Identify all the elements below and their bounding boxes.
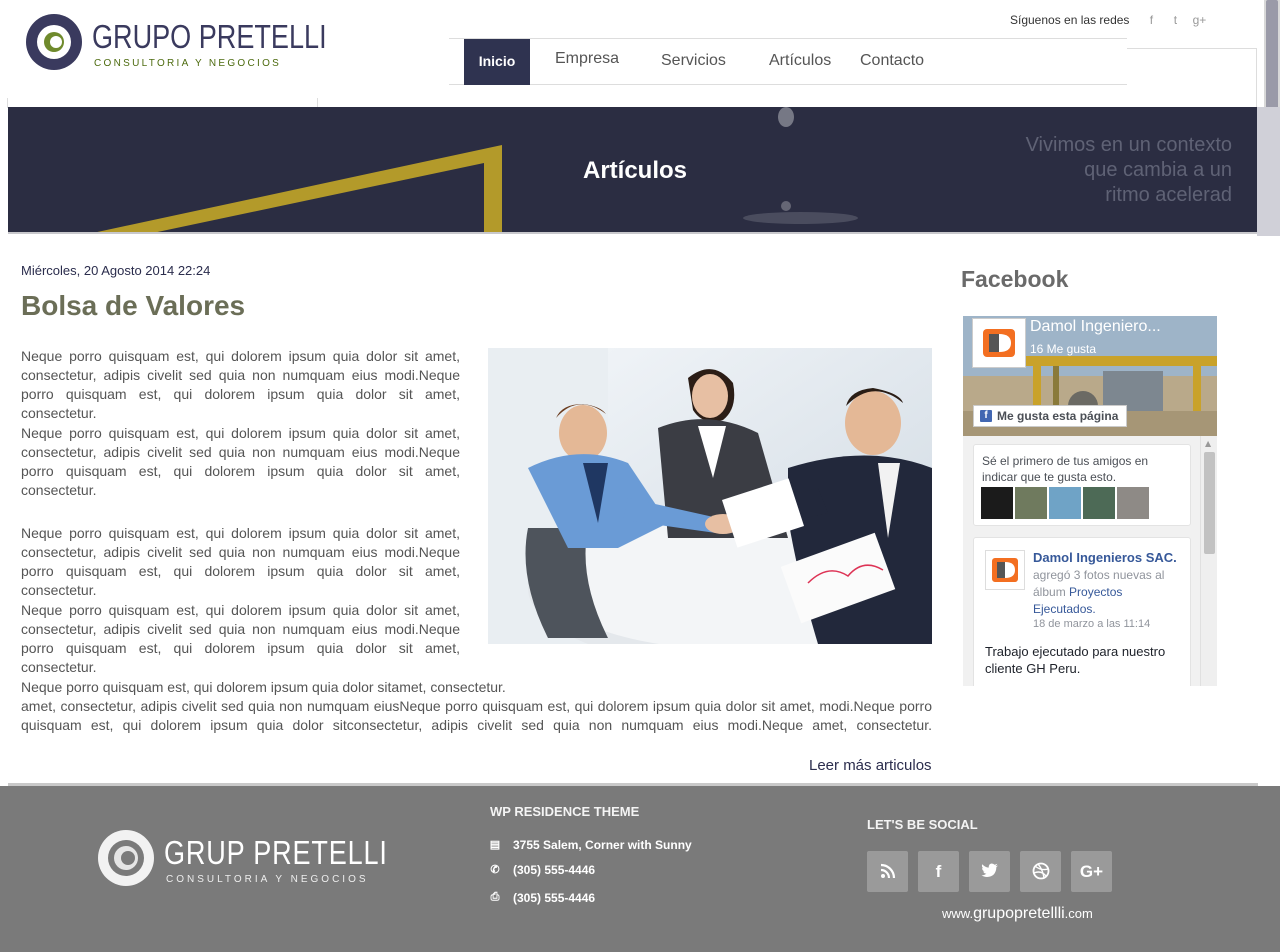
logo-name: GRUPO PRETELLI xyxy=(92,18,327,55)
facebook-icon[interactable]: f xyxy=(1139,12,1163,28)
building-icon: ▤ xyxy=(489,839,501,851)
facebook-icon[interactable]: f xyxy=(918,851,959,892)
twitter-icon[interactable]: t xyxy=(1163,12,1187,28)
twitter-icon[interactable] xyxy=(969,851,1010,892)
nav-item-servicios[interactable]: Servicios xyxy=(661,41,726,87)
nav-item-empresa[interactable]: Empresa xyxy=(555,39,619,85)
facebook-scrollbar-thumb[interactable] xyxy=(1204,452,1215,554)
footer-url-prefix: www. xyxy=(942,906,974,921)
banner-quote: Vivimos en un contexto que cambia a un r… xyxy=(1026,133,1232,208)
twitter-glyph xyxy=(980,863,998,877)
footer-contact-title: WP RESIDENCE THEME xyxy=(490,804,640,819)
post-paragraph: Neque porro quisquam est, qui dolorem ip… xyxy=(21,425,460,498)
facebook-like-label: Me gusta esta página xyxy=(997,409,1119,423)
damol-logo-icon xyxy=(992,558,1018,582)
divider xyxy=(1256,48,1257,108)
google-plus-icon[interactable]: g+ xyxy=(1187,12,1211,28)
banner-lamp xyxy=(781,201,791,211)
friend-avatar[interactable] xyxy=(1117,487,1149,519)
banner-quote-line: Vivimos en un contexto xyxy=(1025,134,1232,156)
footer-website[interactable]: www.grupopretellli.com xyxy=(942,905,1093,923)
footer-logo[interactable]: GRUP PRETELLI CONSULTORIA Y NEGOCIOS xyxy=(98,830,387,888)
friend-avatar[interactable] xyxy=(1083,487,1115,519)
nav-item-inicio[interactable]: Inicio xyxy=(464,39,530,85)
facebook-friends-card: Sé el primero de tus amigos en indicar q… xyxy=(973,444,1191,526)
facebook-likes-count: 16 Me gusta xyxy=(1030,342,1097,356)
footer-url-main: grupopretellli xyxy=(973,905,1065,922)
post-paragraph: Neque porro quisquam est, qui dolorem ip… xyxy=(21,525,460,598)
facebook-post-card: Damol Ingenieros SAC. agregó 3 fotos nue… xyxy=(973,537,1191,686)
main-nav: Inicio Empresa Servicios Artículos Conta… xyxy=(449,38,1127,85)
dribbble-icon[interactable] xyxy=(1020,851,1061,892)
footer-fax-text: (305) 555-4446 xyxy=(513,891,596,905)
facebook-widget: Damol Ingeniero... 16 Me gusta f Me gust… xyxy=(963,316,1217,686)
facebook-like-button[interactable]: f Me gusta esta página xyxy=(973,405,1127,427)
facebook-post-body: Trabajo ejecutado para nuestro cliente G… xyxy=(985,644,1166,676)
friend-avatar[interactable] xyxy=(1049,487,1081,519)
printer-icon: ⎙ xyxy=(490,891,500,903)
post-paragraph: Neque porro quisquam est, qui dolorem ip… xyxy=(21,678,932,735)
dribbble-glyph xyxy=(1032,862,1049,880)
facebook-post-header: Damol Ingenieros SAC. agregó 3 fotos nue… xyxy=(1033,549,1183,618)
facebook-friends-prompt: Sé el primero de tus amigos en indicar q… xyxy=(982,454,1149,484)
nav-item-contacto[interactable]: Contacto xyxy=(860,41,924,87)
footer: GRUP PRETELLI CONSULTORIA Y NEGOCIOS WP … xyxy=(0,786,1280,952)
logo[interactable]: GRUPO PRETELLI CONSULTORIA Y NEGOCIOS xyxy=(26,14,327,74)
post-paragraph-line: amet, consectetur, adipis civelit sed qu… xyxy=(21,698,932,733)
facebook-cover[interactable]: Damol Ingeniero... 16 Me gusta f Me gust… xyxy=(963,316,1217,436)
business-handshake-image xyxy=(488,348,932,644)
page-banner: Artículos Vivimos en un contexto que cam… xyxy=(8,107,1257,234)
divider xyxy=(1127,48,1257,49)
facebook-page-name[interactable]: Damol Ingeniero... xyxy=(1030,318,1161,336)
google-plus-icon[interactable]: G+ xyxy=(1071,851,1112,892)
phone-icon: ✆ xyxy=(490,864,500,876)
footer-logo-mark-inner xyxy=(114,846,138,870)
post-date: Miércoles, 20 Agosto 2014 22:24 xyxy=(21,263,211,278)
rss-icon[interactable] xyxy=(867,851,908,892)
footer-phone-text[interactable]: (305) 555-4446 xyxy=(513,863,595,877)
footer-social-buttons: f G+ xyxy=(867,851,1112,892)
post-paragraph: Neque porro quisquam est, qui dolorem ip… xyxy=(21,602,460,675)
post-paragraph: Neque porro quisquam est, qui dolorem ip… xyxy=(21,348,460,421)
facebook-icon: f xyxy=(980,410,992,422)
banner-glow xyxy=(743,212,858,224)
facebook-heading: Facebook xyxy=(961,266,1069,292)
facebook-post-avatar[interactable] xyxy=(985,550,1025,590)
footer-logo-name: GRUP PRETELLI xyxy=(164,834,388,871)
nav-item-articulos[interactable]: Artículos xyxy=(769,41,831,87)
banner-title: Artículos xyxy=(583,157,688,184)
scroll-up-icon[interactable]: ▲ xyxy=(1205,439,1211,448)
facebook-page-avatar[interactable] xyxy=(972,318,1026,368)
footer-address-text: 3755 Salem, Corner with Sunny xyxy=(513,838,692,852)
page: GRUPO PRETELLI CONSULTORIA Y NEGOCIOS Sí… xyxy=(0,0,1280,952)
banner-edge xyxy=(1257,107,1280,236)
facebook-friend-list xyxy=(981,487,1149,519)
facebook-post-time[interactable]: 18 de marzo a las 11:14 xyxy=(1033,618,1150,630)
post-paragraph-line: Neque porro quisquam est, qui dolorem ip… xyxy=(21,679,506,695)
social-links-top: Síguenos en las redes f t g+ xyxy=(1010,12,1211,28)
footer-social-title: LET'S BE SOCIAL xyxy=(867,817,978,832)
social-label: Síguenos en las redes xyxy=(1010,13,1130,27)
footer-url-suffix: .com xyxy=(1064,906,1093,921)
damol-logo-icon xyxy=(983,329,1015,357)
post-image xyxy=(488,348,932,644)
friend-avatar[interactable] xyxy=(981,487,1013,519)
footer-logo-tagline: CONSULTORIA Y NEGOCIOS xyxy=(166,874,369,885)
banner-lamp xyxy=(778,107,794,127)
facebook-post-author[interactable]: Damol Ingenieros SAC. xyxy=(1033,550,1177,565)
banner-gold-shape xyxy=(97,145,502,232)
facebook-scrollbar[interactable]: ▲ xyxy=(1200,436,1217,686)
post-title[interactable]: Bolsa de Valores xyxy=(21,290,245,322)
rss-glyph xyxy=(880,863,895,879)
friend-avatar[interactable] xyxy=(1015,487,1047,519)
logo-mark-inner xyxy=(44,32,64,52)
banner-quote-line: ritmo acelerad xyxy=(1105,184,1232,206)
read-more-link[interactable]: Leer más articulos xyxy=(809,757,932,774)
banner-quote-line: que cambia a un xyxy=(1084,159,1232,181)
logo-tagline: CONSULTORIA Y NEGOCIOS xyxy=(94,58,282,69)
